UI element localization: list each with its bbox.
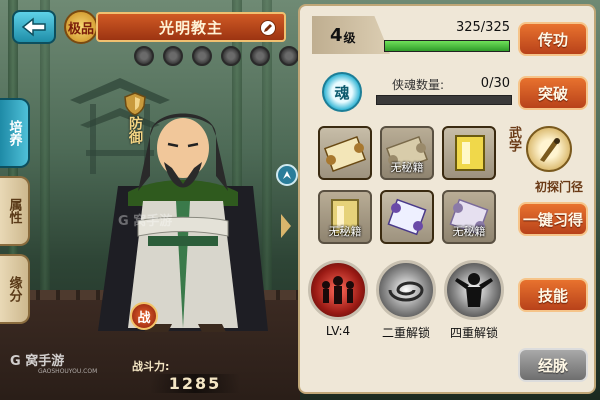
button-label: 突破	[537, 84, 568, 103]
cultivate-panel: 4 级 325/325 传功 突破 魂 侠魂数量: 0/30 无秘籍 无秘籍 无…	[298, 4, 596, 394]
tab-attributes[interactable]: 属性	[0, 176, 30, 246]
martial-rank-medal[interactable]	[526, 126, 572, 172]
soul-count-value: 0/30	[480, 76, 510, 91]
next-hero-arrow[interactable]	[281, 214, 291, 238]
skill-orb-label: LV:4	[325, 324, 351, 338]
vortex-icon	[388, 281, 424, 302]
fight-button[interactable]: 战	[130, 302, 158, 330]
manual-slot-label: 无秘籍	[452, 225, 486, 238]
watermark-subtext: GAOSHOUYOU.COM	[38, 368, 98, 375]
star-slot-empty	[279, 46, 299, 66]
tab-label: 属性	[6, 198, 22, 224]
skill-orb-label: 四重解锁	[449, 326, 498, 340]
break-through-button[interactable]: 突破	[518, 76, 588, 110]
manual-slot-label: 无秘籍	[328, 225, 362, 238]
manual-slot[interactable]	[318, 126, 372, 180]
button-label: 经脉	[537, 356, 568, 375]
tab-label: 培养	[6, 120, 22, 146]
arrow-icon	[283, 171, 291, 179]
button-label: 技能	[537, 286, 568, 305]
button-label: 一键习得	[522, 210, 583, 229]
back-arrow-icon	[21, 17, 46, 37]
power-value: 1285	[150, 374, 240, 393]
pencil-icon	[264, 24, 272, 32]
hero-detail-button[interactable]	[276, 164, 298, 186]
level-indicator: 4 级	[312, 16, 390, 54]
level-unit: 级	[343, 30, 356, 45]
star-slot-empty	[163, 46, 183, 66]
soul-icon: 魂	[322, 72, 362, 112]
rename-button[interactable]	[260, 20, 276, 36]
martial-rank-label: 初探门径	[534, 180, 583, 194]
tab-label: 缘分	[6, 276, 22, 302]
figure-icon	[455, 273, 493, 307]
back-button[interactable]	[12, 10, 56, 44]
button-label: 传功	[537, 30, 568, 49]
soul-progress-bar	[376, 95, 512, 105]
watermark-logo: G 窝手游	[10, 350, 64, 369]
hero-name: 光明教主	[158, 18, 223, 37]
figures-icon	[322, 276, 354, 304]
hero-name-banner: 光明教主	[96, 12, 286, 42]
hero-portrait	[98, 113, 268, 332]
exp-progress-bar	[384, 40, 510, 52]
exp-progress-fill	[385, 41, 509, 51]
manual-slot[interactable]	[442, 126, 496, 180]
star-slot-empty	[250, 46, 270, 66]
learn-all-button[interactable]: 一键习得	[518, 202, 588, 236]
skills-button[interactable]: 技能	[518, 278, 588, 312]
scroll-icon	[387, 198, 427, 236]
tab-fate[interactable]: 缘分	[0, 254, 30, 324]
grade-badge: 极品	[64, 10, 98, 44]
soul-icon-label: 魂	[334, 83, 350, 102]
star-rating	[134, 46, 299, 66]
brush-icon	[540, 138, 560, 162]
manual-slot[interactable]: 无秘籍	[318, 190, 372, 244]
manual-slot[interactable]: 无秘籍	[380, 126, 434, 180]
pass-on-button[interactable]: 传功	[518, 22, 588, 56]
manual-slot-label: 无秘籍	[390, 161, 424, 174]
fight-label: 战	[137, 310, 151, 326]
power-label: 战斗力:	[132, 360, 170, 373]
watermark-text: G 窝手游	[10, 354, 65, 369]
star-slot-empty	[221, 46, 241, 66]
scroll-icon	[323, 135, 367, 173]
skill-orb[interactable]	[444, 260, 504, 320]
side-tab-bar: 培养 属性 缘分	[0, 98, 30, 332]
watermark-overlay: G 窝手游	[118, 210, 172, 229]
level-number: 4	[330, 24, 343, 46]
meridians-button[interactable]: 经脉	[518, 348, 588, 382]
skill-orb[interactable]	[308, 260, 368, 320]
skill-orb-label: 二重解锁	[381, 326, 430, 340]
watermark-text: G 窝手游	[118, 214, 173, 229]
book-icon	[455, 135, 485, 171]
star-slot-empty	[192, 46, 212, 66]
bamboo-stalk	[40, 0, 50, 300]
grade-badge-label: 极品	[67, 21, 94, 37]
star-slot-empty	[134, 46, 154, 66]
skill-orb[interactable]	[376, 260, 436, 320]
soul-count-label: 侠魂数量:	[392, 78, 445, 92]
exp-value: 325/325	[455, 20, 510, 35]
martial-arts-tag: 武学	[506, 126, 521, 152]
tab-cultivate[interactable]: 培养	[0, 98, 30, 168]
manual-slot[interactable]: 无秘籍	[442, 190, 496, 244]
manual-slot[interactable]	[380, 190, 434, 244]
